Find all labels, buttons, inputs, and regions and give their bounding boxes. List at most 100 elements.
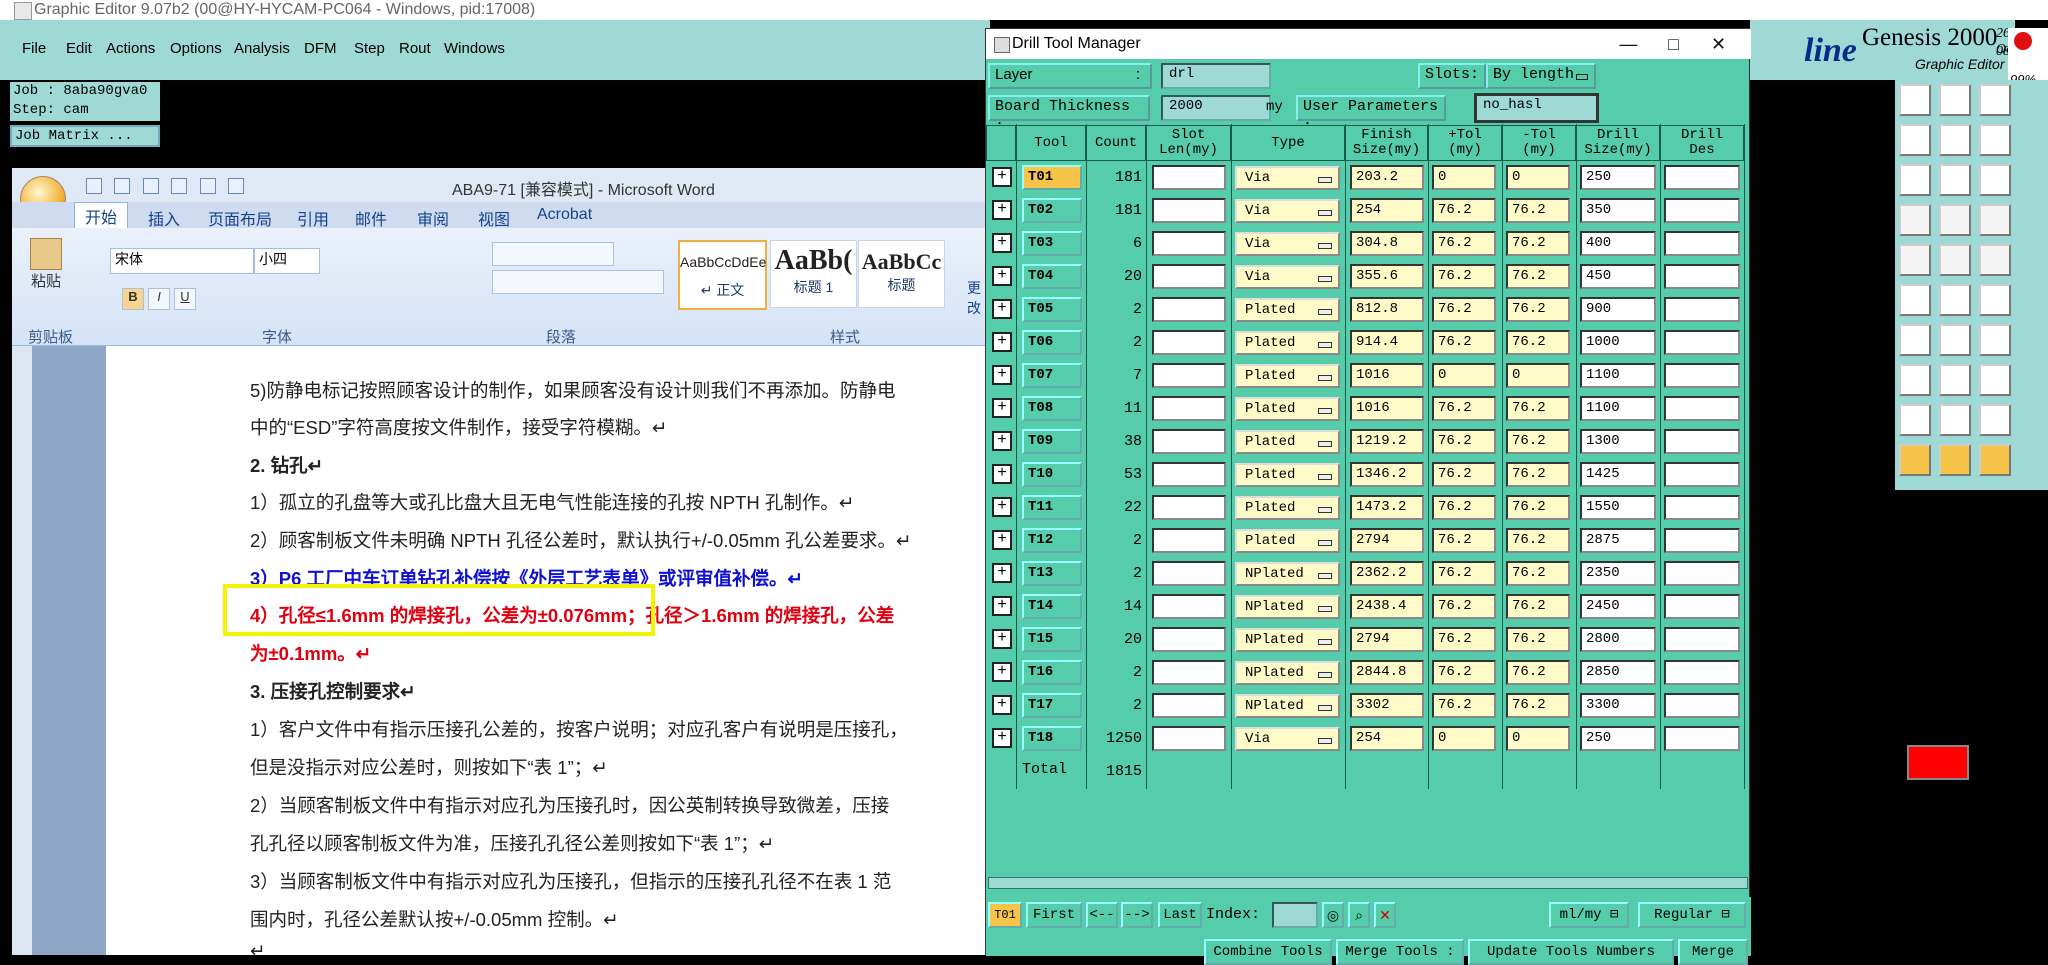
expand-icon[interactable]: + <box>992 167 1012 187</box>
job-matrix-button[interactable]: Job Matrix ... <box>10 125 160 147</box>
table-row[interactable]: + T18 1250 Via 254 0 0 250 <box>986 722 1751 755</box>
drill-size-field[interactable]: 1300 <box>1580 429 1656 454</box>
alignment-toolbar[interactable] <box>492 270 664 294</box>
plus-tol-field[interactable]: 76.2 <box>1432 561 1496 586</box>
layer-in-icon[interactable] <box>1899 124 1931 156</box>
tool-cell[interactable]: T03 <box>1022 231 1082 256</box>
expand-icon[interactable]: + <box>992 728 1012 748</box>
user-params-label[interactable]: User Parameters : <box>1296 95 1446 135</box>
slot-len-field[interactable] <box>1152 264 1226 289</box>
tool-cell[interactable]: T14 <box>1022 594 1082 619</box>
finish-size-field[interactable]: 203.2 <box>1350 165 1424 190</box>
drill-des-field[interactable] <box>1664 330 1740 355</box>
italic-button[interactable]: I <box>148 288 170 310</box>
tool-cell[interactable]: T01 <box>1022 165 1082 190</box>
table-row[interactable]: + T06 2 Plated 914.4 76.2 76.2 1000 <box>986 326 1751 359</box>
tool-cell[interactable]: T09 <box>1022 429 1082 454</box>
expand-icon[interactable]: + <box>992 332 1012 352</box>
tool-cell[interactable]: T04 <box>1022 264 1082 289</box>
slot-len-field[interactable] <box>1152 693 1226 718</box>
type-select[interactable]: Via <box>1235 232 1340 256</box>
table-row[interactable]: + T10 53 Plated 1346.2 76.2 76.2 1425 <box>986 458 1751 491</box>
select-lasso-icon[interactable] <box>1979 444 2011 476</box>
style-title[interactable]: AaBbCc 标题 <box>858 240 945 308</box>
slot-len-field[interactable] <box>1152 330 1226 355</box>
slot-len-field[interactable] <box>1152 495 1226 520</box>
slot-len-field[interactable] <box>1152 561 1226 586</box>
style-normal[interactable]: AaBbCcDdEe ↵ 正文 <box>678 240 767 310</box>
plus-tol-field[interactable]: 76.2 <box>1432 627 1496 652</box>
drill-size-field[interactable]: 450 <box>1580 264 1656 289</box>
expand-icon[interactable]: + <box>992 233 1012 253</box>
update-tools-numbers-button[interactable]: Update Tools Numbers <box>1468 939 1674 965</box>
bullets-toolbar[interactable] <box>492 242 614 266</box>
drill-des-field[interactable] <box>1664 528 1740 553</box>
minus-tol-field[interactable]: 76.2 <box>1506 627 1570 652</box>
menu-windows[interactable]: Windows <box>444 40 505 57</box>
plus-tol-field[interactable]: 76.2 <box>1432 594 1496 619</box>
table-row[interactable]: + T15 20 NPlated 2794 76.2 76.2 2800 <box>986 623 1751 656</box>
type-select[interactable]: Plated <box>1235 463 1340 487</box>
zoom-icon[interactable] <box>1939 164 1971 196</box>
tab-review[interactable]: 审阅 <box>417 206 449 230</box>
tool-cell[interactable]: T12 <box>1022 528 1082 553</box>
finish-size-field[interactable]: 3302 <box>1350 693 1424 718</box>
redo-icon[interactable] <box>142 178 159 194</box>
slot-len-field[interactable] <box>1152 396 1226 421</box>
horizontal-scrollbar[interactable] <box>988 877 1748 889</box>
tab-page-layout[interactable]: 页面布局 <box>208 206 272 230</box>
tool-cell[interactable]: T05 <box>1022 297 1082 322</box>
type-select[interactable]: Plated <box>1235 496 1340 520</box>
drill-des-field[interactable] <box>1664 264 1740 289</box>
table-row[interactable]: + T11 22 Plated 1473.2 76.2 76.2 1550 <box>986 491 1751 524</box>
minus-tol-field[interactable]: 0 <box>1506 165 1570 190</box>
minus-tol-field[interactable]: 76.2 <box>1506 198 1570 223</box>
slot-len-field[interactable] <box>1152 297 1226 322</box>
type-select[interactable]: Plated <box>1235 529 1340 553</box>
home-icon[interactable] <box>1979 84 2011 116</box>
slots-select[interactable]: By length <box>1486 63 1596 89</box>
drill-size-field[interactable]: 250 <box>1580 726 1656 751</box>
table-row[interactable]: + T02 181 Via 254 76.2 76.2 350 <box>986 194 1751 227</box>
triangle-icon[interactable] <box>1899 404 1931 436</box>
finish-size-field[interactable]: 2362.2 <box>1350 561 1424 586</box>
minimize-icon[interactable]: — <box>1606 29 1651 59</box>
minus-tol-field[interactable]: 76.2 <box>1506 462 1570 487</box>
bold-button[interactable]: B <box>122 288 144 310</box>
drill-size-field[interactable]: 2450 <box>1580 594 1656 619</box>
type-select[interactable]: Plated <box>1235 430 1340 454</box>
table-row[interactable]: + T04 20 Via 355.6 76.2 76.2 450 <box>986 260 1751 293</box>
menu-options[interactable]: Options <box>170 40 222 57</box>
type-select[interactable]: Via <box>1235 265 1340 289</box>
plus-tol-field[interactable]: 76.2 <box>1432 396 1496 421</box>
type-select[interactable]: Plated <box>1235 397 1340 421</box>
finish-size-field[interactable]: 304.8 <box>1350 231 1424 256</box>
finish-size-field[interactable]: 1219.2 <box>1350 429 1424 454</box>
plus-tol-field[interactable]: 76.2 <box>1432 297 1496 322</box>
plus-tol-field[interactable]: 76.2 <box>1432 429 1496 454</box>
minus-tol-field[interactable]: 76.2 <box>1506 330 1570 355</box>
type-select[interactable]: NPlated <box>1235 628 1340 652</box>
drill-des-field[interactable] <box>1664 396 1740 421</box>
drill-size-field[interactable]: 1550 <box>1580 495 1656 520</box>
slot-len-field[interactable] <box>1152 726 1226 751</box>
drill-des-field[interactable] <box>1664 363 1740 388</box>
slot-len-field[interactable] <box>1152 594 1226 619</box>
slot-len-field[interactable] <box>1152 627 1226 652</box>
drill-des-field[interactable] <box>1664 660 1740 685</box>
drill-size-field[interactable]: 2800 <box>1580 627 1656 652</box>
expand-icon[interactable]: + <box>992 629 1012 649</box>
tab-view[interactable]: 视图 <box>478 206 510 230</box>
finish-size-field[interactable]: 2438.4 <box>1350 594 1424 619</box>
minus-tol-field[interactable]: 76.2 <box>1506 495 1570 520</box>
slot-len-field[interactable] <box>1152 429 1226 454</box>
table-row[interactable]: + T08 11 Plated 1016 76.2 76.2 1100 <box>986 392 1751 425</box>
drill-size-field[interactable]: 1100 <box>1580 396 1656 421</box>
minus-tol-field[interactable]: 76.2 <box>1506 528 1570 553</box>
menu-step[interactable]: Step <box>354 40 385 57</box>
drill-size-field[interactable]: 1000 <box>1580 330 1656 355</box>
finish-size-field[interactable]: 1016 <box>1350 363 1424 388</box>
layer-field[interactable]: drl <box>1161 63 1271 89</box>
expand-icon[interactable]: + <box>992 365 1012 385</box>
table-row[interactable]: + T01 181 Via 203.2 0 0 250 <box>986 161 1751 194</box>
